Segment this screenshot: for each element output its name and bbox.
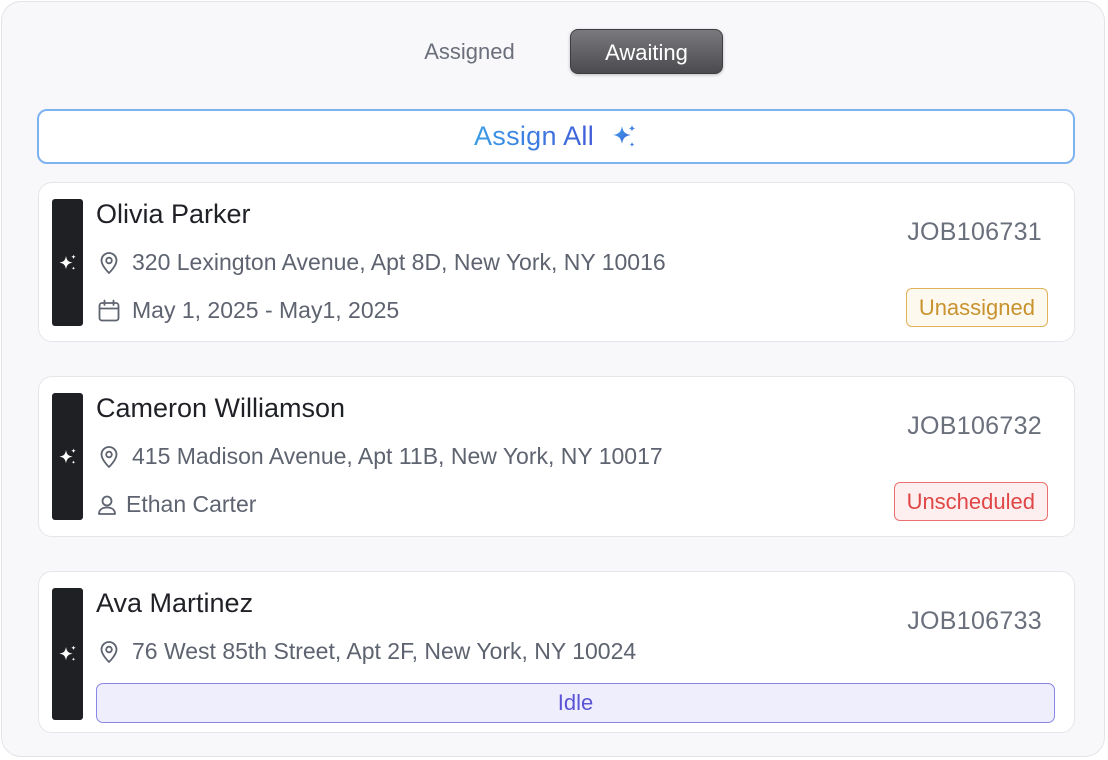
assign-all-button[interactable]: Assign All [37, 109, 1075, 164]
person-icon [96, 492, 118, 518]
status-badge: Unassigned [905, 288, 1048, 327]
sparkle-icon [58, 448, 76, 464]
address-text: 415 Madison Avenue, Apt 11B, New York, N… [132, 443, 663, 469]
tab-assigned[interactable]: Assigned [397, 29, 542, 74]
customer-name: Olivia Parker [96, 199, 251, 229]
location-pin-icon [96, 250, 122, 276]
calendar-icon [96, 298, 122, 324]
auto-assign-handle[interactable] [52, 588, 83, 720]
customer-name: Ava Martinez [96, 588, 254, 618]
customer-name: Cameron Williamson [96, 393, 346, 423]
auto-assign-handle[interactable] [52, 199, 83, 326]
location-pin-icon [96, 444, 122, 470]
job-id: JOB106732 [907, 412, 1042, 440]
tab-bar: Assigned Awaiting [2, 2, 1104, 102]
job-card[interactable]: Ava Martinez JOB106733 76 West 85th Stre… [38, 571, 1075, 733]
sparkle-icon [58, 254, 76, 270]
address-text: 76 West 85th Street, Apt 2F, New York, N… [132, 638, 637, 664]
status-badge: Idle [96, 683, 1055, 723]
assignee-row: Ethan Carter [96, 491, 256, 518]
address-row: 76 West 85th Street, Apt 2F, New York, N… [96, 638, 636, 665]
job-id: JOB106733 [907, 607, 1042, 635]
address-text: 320 Lexington Avenue, Apt 8D, New York, … [132, 249, 666, 275]
job-card[interactable]: Cameron Williamson JOB106732 415 Madison… [38, 376, 1075, 537]
date-range-text: May 1, 2025 - May1, 2025 [132, 297, 400, 323]
sparkle-icon [610, 123, 638, 151]
auto-assign-handle[interactable] [52, 393, 83, 520]
assign-all-label: Assign All [473, 121, 595, 151]
location-pin-icon [96, 639, 122, 665]
assignee-name: Ethan Carter [126, 491, 257, 517]
date-row: May 1, 2025 - May1, 2025 [96, 297, 399, 324]
tab-awaiting[interactable]: Awaiting [570, 29, 723, 74]
job-card[interactable]: Olivia Parker JOB106731 320 Lexington Av… [38, 182, 1075, 342]
address-row: 415 Madison Avenue, Apt 11B, New York, N… [96, 443, 663, 470]
sparkle-icon [58, 645, 76, 661]
status-badge: Unscheduled [893, 482, 1048, 521]
awaiting-jobs-panel: Assigned Awaiting Assign All Olivia Park… [1, 1, 1105, 757]
job-id: JOB106731 [907, 218, 1042, 246]
address-row: 320 Lexington Avenue, Apt 8D, New York, … [96, 249, 666, 276]
